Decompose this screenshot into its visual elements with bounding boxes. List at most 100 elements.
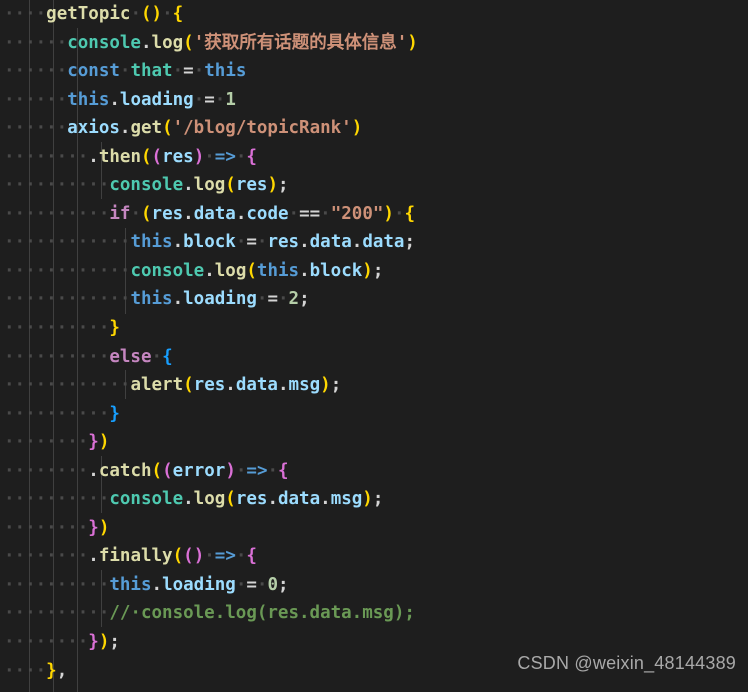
token-punct: . (225, 375, 236, 396)
code-line[interactable]: ········}) (0, 428, 748, 457)
whitespace-dots: · (130, 203, 141, 224)
code-line[interactable]: ········}) (0, 514, 748, 543)
code-line[interactable]: ············this.loading·=·2; (0, 285, 748, 314)
code-content[interactable]: ····getTopic·()·{ ······console.log('获取所… (0, 0, 748, 685)
whitespace-dots: ········ (4, 460, 89, 481)
whitespace-dots: · (235, 574, 247, 595)
token-this: this (204, 61, 247, 82)
token-punct: . (172, 289, 184, 310)
whitespace-dots: ·· (4, 4, 26, 24)
csdn-watermark: CSDN @weixin_48144389 (517, 653, 736, 674)
whitespace-dots: ·········· (4, 489, 110, 510)
token-property: loading (162, 574, 236, 595)
token-property: data (193, 203, 236, 224)
code-line[interactable]: ··········} (0, 314, 748, 343)
token-bracket: ( (151, 146, 163, 167)
whitespace-dots: · (320, 203, 331, 224)
token-function-call: alert (130, 375, 184, 396)
whitespace-dots: · (151, 346, 163, 367)
code-line[interactable]: ············alert(res.data.msg); (0, 371, 748, 400)
token-punct: . (151, 574, 163, 595)
code-line[interactable]: ······const·that·=·this (0, 57, 748, 86)
token-punct: . (267, 489, 278, 510)
token-comment: //·console.log(res.data.msg); (109, 603, 415, 624)
token-bracket: } (88, 517, 99, 538)
token-object: console (130, 260, 205, 281)
token-bracket: () (141, 4, 163, 24)
code-line[interactable]: ··········if·(res.data.code·==·"200")·{ (0, 200, 748, 229)
token-bracket: ( (183, 375, 194, 396)
token-bracket: ) (98, 432, 110, 453)
token-object: console (109, 489, 184, 510)
token-bracket: } (46, 660, 57, 681)
token-arrow: => (246, 460, 268, 481)
token-bracket: } (109, 403, 120, 424)
token-bracket: ) (362, 260, 373, 281)
token-object: axios (67, 118, 120, 139)
token-bracket: ) (351, 118, 363, 139)
token-property: block (309, 260, 363, 281)
token-bracket: ( (225, 175, 236, 196)
code-line[interactable]: ········.finally(()·=>·{ (0, 542, 748, 571)
code-line[interactable]: ··········this.loading·=·0; (0, 571, 748, 600)
token-keyword-if: if (109, 203, 131, 224)
token-punct: . (88, 146, 99, 167)
token-method: get (130, 118, 163, 139)
token-bracket: ( (183, 32, 194, 53)
code-line[interactable]: ······console.log('获取所有话题的具体信息') (0, 29, 748, 58)
code-line[interactable]: ············console.log(this.block); (0, 257, 748, 286)
token-punct: . (183, 175, 194, 196)
code-line[interactable]: ··········console.log(res.data.msg); (0, 485, 748, 514)
whitespace-dots: ······ (4, 118, 68, 139)
code-line[interactable]: ··········//·console.log(res.data.msg); (0, 599, 748, 628)
whitespace-dots: · (235, 232, 247, 253)
token-bracket: ( (225, 489, 236, 510)
whitespace-dots: · (393, 203, 405, 224)
token-this: this (256, 260, 300, 281)
whitespace-dots: · (193, 89, 205, 110)
code-editor[interactable]: ····getTopic·()·{ ······console.log('获取所… (0, 0, 748, 692)
token-bracket: ( (140, 203, 152, 224)
token-arrow: => (214, 546, 236, 567)
token-property: data (277, 489, 321, 510)
whitespace-dots: ········ (4, 146, 89, 167)
token-string: '获取所有话题的具体信息' (193, 32, 408, 53)
token-punct: , (56, 660, 68, 681)
token-variable: res (235, 489, 268, 510)
whitespace-dots: ···· (4, 660, 47, 681)
token-string: '/blog/topicRank' (172, 118, 352, 139)
code-line[interactable]: ········.then((res)·=>·{ (0, 143, 748, 172)
token-property: data (309, 232, 352, 253)
whitespace-dots: ·········· (4, 574, 110, 595)
whitespace-dots: ········ (4, 632, 89, 653)
token-method: log (193, 175, 226, 196)
token-bracket: } (88, 632, 99, 653)
token-number: 2 (288, 289, 300, 310)
token-keyword: const (67, 61, 120, 82)
whitespace-dots: · (204, 146, 215, 167)
code-line[interactable]: ········.catch((error)·=>·{ (0, 457, 748, 486)
token-operator: = (246, 574, 257, 595)
code-line[interactable]: ······this.loading·=·1 (0, 86, 748, 115)
code-line[interactable]: ····getTopic·()·{ (0, 0, 748, 29)
code-line[interactable]: ······axios.get('/blog/topicRank') (0, 114, 748, 143)
whitespace-dots: ·········· (4, 403, 110, 424)
code-line[interactable]: ··········} (0, 400, 748, 429)
token-string: "200" (330, 203, 384, 224)
code-line[interactable]: ··········else·{ (0, 343, 748, 372)
token-bracket: ) (193, 146, 205, 167)
token-variable: res (267, 232, 300, 253)
token-bracket: } (109, 318, 120, 339)
token-punct: . (88, 460, 99, 481)
token-method: log (214, 260, 247, 281)
token-bracket: { (278, 460, 289, 481)
token-bracket: ) (320, 375, 331, 396)
token-bracket: ) (267, 175, 278, 196)
token-punct: ; (299, 289, 310, 310)
code-line[interactable]: ············this.block·=·res.data.data; (0, 228, 748, 257)
whitespace-dots: ·········· (4, 603, 110, 624)
token-bracket: { (172, 4, 184, 24)
whitespace-dots: ·· (25, 4, 47, 24)
code-line[interactable]: ··········console.log(res); (0, 171, 748, 200)
token-punct: . (277, 375, 289, 396)
